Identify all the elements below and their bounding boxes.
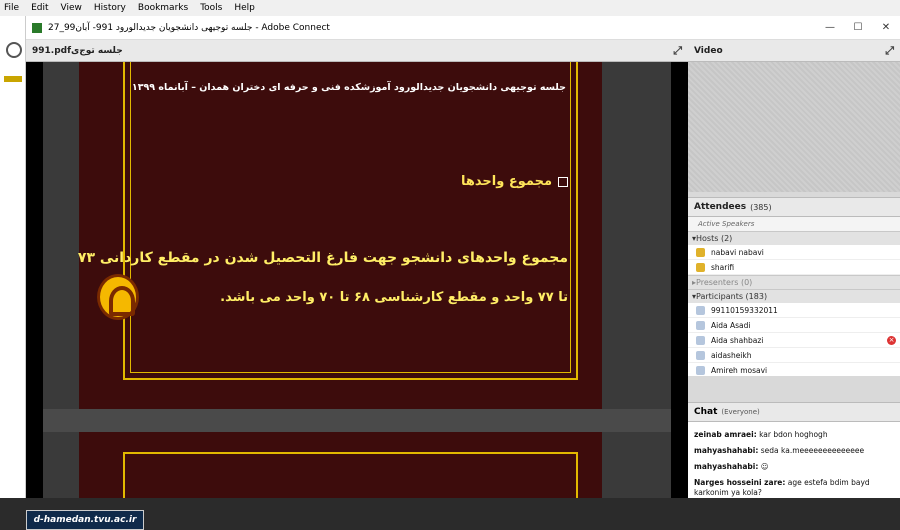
attendees-title: Attendees	[694, 202, 747, 212]
menu-tools[interactable]: Tools	[200, 3, 222, 13]
chat-messages[interactable]: zeinab amraei: kar bdon hoghogh mahyasha…	[688, 422, 900, 498]
site-watermark: d-hamedan.tvu.ac.ir	[26, 510, 144, 530]
menu-edit[interactable]: Edit	[31, 3, 48, 13]
video-fullscreen-icon[interactable]: ⤢	[885, 44, 894, 58]
back-icon[interactable]	[6, 42, 22, 58]
list-item[interactable]: 99110159332011	[688, 303, 900, 318]
chat-header: Chat (Everyone)	[688, 402, 900, 422]
list-item[interactable]: Aida Asadi	[688, 318, 900, 333]
window-title: جلسه توجیهی دانشجویان جدیدالورود 991- آب…	[48, 22, 330, 33]
bookmark-badge-icon	[4, 76, 22, 82]
video-pod-title: Video	[694, 45, 723, 56]
browser-side-strip	[0, 16, 26, 498]
maximize-icon[interactable]: ☐	[844, 22, 872, 33]
host-user-icon	[696, 262, 705, 272]
participants-group[interactable]: ▾ Participants (183)	[688, 289, 900, 303]
close-icon[interactable]: ✕	[872, 22, 900, 33]
share-pod-header: 991.pdfجلسه توج‌ی ⤢	[26, 40, 688, 62]
slide-bullet: مجموع واحدها	[461, 174, 568, 189]
bullet-box-icon	[558, 176, 568, 187]
slide-heading: جلسه توجیهی دانشجویان جدیدالورود آموزشکد…	[131, 82, 566, 93]
chat-message: mahyashahabi: ☺	[694, 462, 769, 471]
attendees-header: Attendees (385)	[688, 197, 900, 217]
chat-title: Chat	[694, 407, 718, 417]
share-pod-title: 991.pdfجلسه توج‌ی	[32, 45, 123, 56]
chat-scope: (Everyone)	[721, 408, 760, 416]
menu-file[interactable]: File	[4, 3, 19, 13]
slide-page-next	[79, 432, 602, 498]
host-user-icon	[696, 247, 705, 257]
user-icon	[696, 350, 705, 360]
chat-message: mahyashahabi: seda ka.meeeeeeeeeeeeee	[694, 446, 865, 455]
user-icon	[696, 305, 705, 315]
user-icon	[696, 320, 705, 330]
document-viewer[interactable]: جلسه توجیهی دانشجویان جدیدالورود آموزشکد…	[43, 62, 671, 498]
attendee-list[interactable]: ▾ Hosts (2) nabavi nabavi sharifi ▸ Pres…	[688, 231, 900, 376]
menu-help[interactable]: Help	[234, 3, 255, 13]
chat-message: zeinab amraei: kar bdon hoghogh	[694, 430, 828, 439]
user-icon	[696, 365, 705, 375]
slide-frame	[123, 62, 578, 380]
list-item[interactable]: sharifi	[688, 260, 900, 275]
college-logo-icon	[97, 274, 139, 320]
adobe-connect-icon	[32, 22, 42, 33]
video-area	[688, 62, 900, 192]
slide-page: جلسه توجیهی دانشجویان جدیدالورود آموزشکد…	[77, 62, 602, 409]
user-icon	[696, 335, 705, 345]
slide-frame-next	[123, 452, 578, 498]
slide-line-2: تا ۷۷ واحد و مقطع کارشناسی ۶۸ تا ۷۰ واحد…	[220, 290, 568, 305]
active-speakers: Active Speakers	[688, 217, 900, 231]
right-column: Video ⤢ Attendees (385) Active Speakers …	[688, 40, 900, 498]
list-item[interactable]: Aida shahbazi ×	[688, 333, 900, 348]
fullscreen-icon[interactable]: ⤢	[673, 44, 682, 58]
attendees-count: (385)	[750, 202, 772, 212]
menu-bookmarks[interactable]: Bookmarks	[138, 3, 188, 13]
status-away-icon: ×	[887, 335, 896, 345]
list-item[interactable]: nabavi nabavi	[688, 245, 900, 260]
share-pod: 991.pdfجلسه توج‌ی ⤢ جلسه توجیهی دانشجویا…	[26, 40, 688, 530]
list-item[interactable]: aidasheikh	[688, 348, 900, 363]
presenters-group[interactable]: ▸ Presenters (0)	[688, 275, 900, 289]
slide-line-1: مجموع واحدهای دانشجو جهت فارغ التحصیل شد…	[77, 250, 568, 266]
menu-bar: File Edit View History Bookmarks Tools H…	[0, 0, 900, 16]
menu-history[interactable]: History	[94, 3, 126, 13]
minimize-icon[interactable]: —	[816, 22, 844, 33]
chat-message: Narges hosseini zare: age estefa bdim ba…	[694, 478, 870, 497]
list-item[interactable]: Amireh mosavi	[688, 363, 900, 376]
menu-view[interactable]: View	[61, 3, 82, 13]
hosts-group[interactable]: ▾ Hosts (2)	[688, 231, 900, 245]
page-gap	[43, 409, 671, 432]
window-title-bar: جلسه توجیهی دانشجویان جدیدالورود 991- آب…	[26, 16, 900, 40]
video-pod-header: Video ⤢	[688, 40, 900, 62]
